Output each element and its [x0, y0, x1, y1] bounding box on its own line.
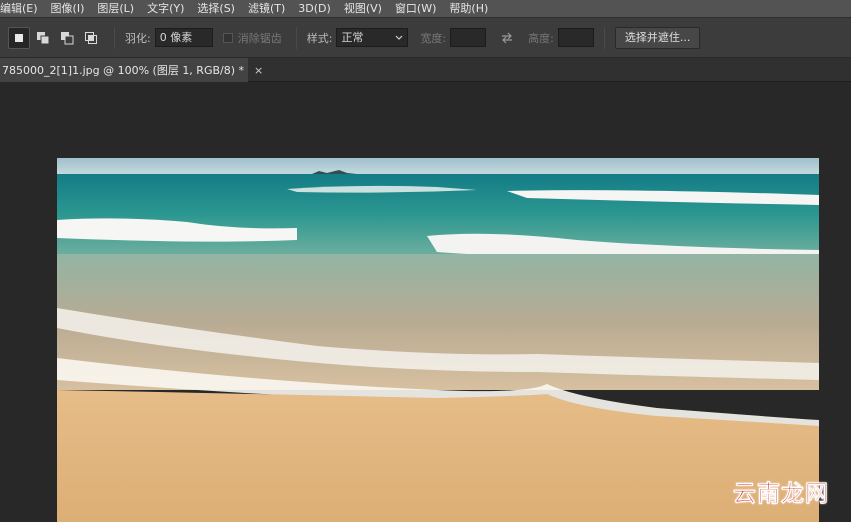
- menu-help[interactable]: 帮助(H): [449, 0, 495, 17]
- document-tab-title: 785000_2[1]1.jpg @ 100% (图层 1, RGB/8) *: [2, 64, 245, 77]
- beach-photo: [57, 158, 819, 522]
- add-to-selection-icon: [37, 31, 50, 44]
- menu-select[interactable]: 选择(S): [197, 0, 242, 17]
- width-label: 宽度:: [420, 31, 447, 45]
- subtract-from-selection-button[interactable]: [56, 27, 78, 49]
- antialias-checkbox[interactable]: [222, 32, 233, 43]
- options-bar: 羽化: 0 像素 消除锯齿 样式: 正常 宽度: 高度: 选择并遮住...: [0, 17, 851, 58]
- menu-3d[interactable]: 3D(D): [298, 0, 338, 17]
- select-and-mask-button[interactable]: 选择并遮住...: [614, 26, 701, 49]
- canvas-area[interactable]: 云南龙网: [0, 82, 851, 522]
- feather-label: 羽化:: [125, 31, 151, 45]
- toolbar-separator: [603, 26, 605, 49]
- toolbar-separator: [114, 26, 115, 49]
- swap-icon[interactable]: [500, 32, 514, 44]
- add-to-selection-button[interactable]: [32, 27, 54, 49]
- intersect-selection-icon: [85, 31, 97, 44]
- new-selection-button[interactable]: [8, 26, 30, 49]
- intersect-selection-button[interactable]: [80, 27, 102, 49]
- menu-view[interactable]: 视图(V): [344, 0, 389, 17]
- menu-bar: 编辑(E) 图像(I) 图层(L) 文字(Y) 选择(S) 滤镜(T) 3D(D…: [0, 0, 851, 17]
- height-label: 高度:: [528, 31, 554, 45]
- close-icon[interactable]: ×: [254, 64, 263, 77]
- style-select-value: 正常: [341, 31, 364, 44]
- toolbar-separator: [295, 26, 297, 49]
- chevron-down-icon: [396, 35, 403, 40]
- menu-filter[interactable]: 滤镜(T): [248, 0, 292, 17]
- beach-image: [57, 158, 819, 522]
- style-label: 样式:: [306, 31, 333, 45]
- height-input[interactable]: [557, 28, 594, 47]
- feather-input[interactable]: 0 像素: [154, 28, 213, 47]
- new-selection-icon: [15, 33, 23, 42]
- menu-window[interactable]: 窗口(W): [395, 0, 443, 17]
- style-select[interactable]: 正常: [336, 28, 409, 47]
- watermark-text: 云南龙网: [733, 480, 829, 508]
- subtract-from-selection-icon: [61, 31, 74, 44]
- menu-layer[interactable]: 图层(L): [97, 0, 141, 17]
- antialias-label: 消除锯齿: [237, 31, 282, 45]
- menu-edit[interactable]: 编辑(E): [0, 0, 45, 17]
- width-input[interactable]: [450, 28, 487, 47]
- watermark-logo: 云南龙网: [733, 474, 829, 508]
- document-tab-bar: 785000_2[1]1.jpg @ 100% (图层 1, RGB/8) * …: [0, 58, 851, 82]
- document-tab[interactable]: 785000_2[1]1.jpg @ 100% (图层 1, RGB/8) * …: [0, 58, 263, 82]
- menu-type[interactable]: 文字(Y): [147, 0, 191, 17]
- menu-image[interactable]: 图像(I): [51, 0, 92, 17]
